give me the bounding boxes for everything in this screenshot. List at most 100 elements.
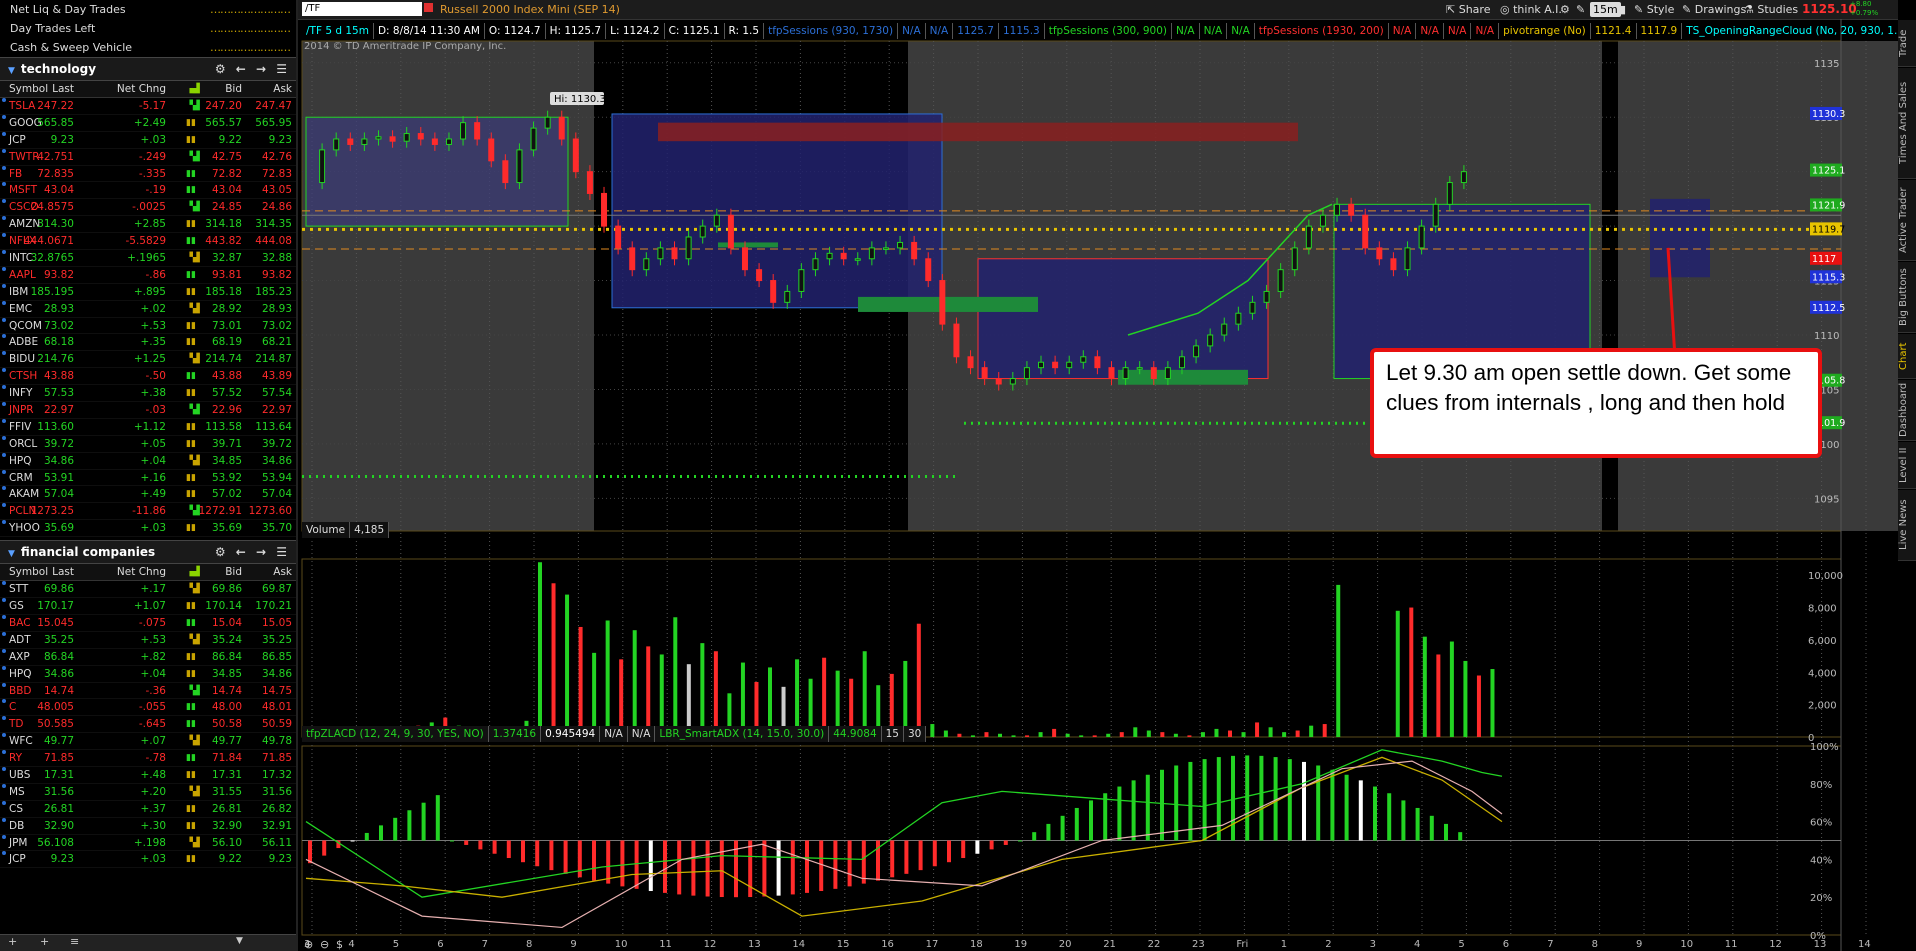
column-header-symbol[interactable]: Symbol xyxy=(9,81,48,97)
cell-bid: 443.82 xyxy=(205,235,242,248)
watchlist-row[interactable]: JPM 56.108 +.198 56.10 56.11 ▝▟ xyxy=(0,834,296,852)
watchlist-row[interactable]: HPQ 34.86 +.04 34.85 34.86 ▮▮ xyxy=(0,665,296,683)
zoom-icon[interactable]: ⊕ xyxy=(304,938,313,951)
watchlist-row[interactable]: GS 170.17 +1.07 170.14 170.21 ▮▮ xyxy=(0,598,296,615)
watchlist-row[interactable]: CS 26.81 +.37 26.81 26.82 ▮▮ xyxy=(0,800,296,818)
watchlist-row[interactable]: INTC 32.8765 +.1965 32.87 32.88 ▝▟ xyxy=(0,250,296,267)
watchlist-controls-icon[interactable]: ⚙ ← → ☰ xyxy=(215,58,290,80)
tab-level-ii[interactable]: Level II xyxy=(1898,442,1916,489)
tab-active-trader[interactable]: Active Trader xyxy=(1898,180,1916,261)
watchlist-row[interactable]: AKAM 57.04 +.49 57.02 57.04 ▮▮ xyxy=(0,486,296,504)
watchlist-row[interactable]: CRM 53.91 +.16 53.92 53.94 ▮▮ xyxy=(0,469,296,487)
watchlist-row[interactable]: QCOM 73.02 +.53 73.01 73.02 ▮▮ xyxy=(0,317,296,335)
watchlist-row[interactable]: JNPR 22.97 -.03 22.96 22.97 ▝▟ xyxy=(0,402,296,419)
sparkline-icon: ▝▟ xyxy=(186,151,200,162)
column-header-net-chng[interactable]: Net Chng xyxy=(117,564,166,580)
menu-icon[interactable]: ≡ xyxy=(70,935,79,948)
candle-type-icon[interactable]: ▮ xyxy=(1620,2,1626,17)
symbol-dropdown-icon[interactable]: ▼ xyxy=(410,2,417,12)
watchlist-title[interactable]: financial companies xyxy=(21,545,155,559)
column-header-ask[interactable]: Ask xyxy=(273,564,292,580)
account-row[interactable]: Net Liq & Day Trades…………………… xyxy=(0,0,296,19)
watchlist-row[interactable]: AMZN 314.30 +2.85 314.18 314.35 ▮▮ xyxy=(0,216,296,234)
watchlist-row[interactable]: RY 71.85 -.78 71.84 71.85 ▮▮ xyxy=(0,750,296,767)
watchlist-row[interactable]: JCP 9.23 +.03 9.22 9.23 ▮▮ xyxy=(0,851,296,869)
add-menu-icon[interactable]: + xyxy=(40,935,49,948)
studies-button[interactable]: ⚗ Studies xyxy=(1744,2,1798,17)
tab-chart[interactable]: Chart xyxy=(1898,334,1916,379)
watchlist-header[interactable]: ▼ financial companies ⚙ ← → ☰ xyxy=(0,540,296,565)
watchlist-row[interactable]: HPQ 34.86 +.04 34.85 34.86 ▝▟ xyxy=(0,452,296,470)
tab-trade[interactable]: Trade xyxy=(1898,20,1916,67)
column-header-last[interactable]: Last xyxy=(52,81,74,97)
cell-chg: +.07 xyxy=(140,735,167,748)
candle-body xyxy=(375,136,382,140)
chevron-down-icon[interactable]: ▼ xyxy=(236,936,243,946)
watchlist-row[interactable]: AXP 86.84 +.82 86.84 86.85 ▮▮ xyxy=(0,648,296,666)
zoom-icon[interactable]: ⊖ xyxy=(320,938,329,951)
watchlist-row[interactable]: UBS 17.31 +.48 17.31 17.32 ▮▮ xyxy=(0,766,296,784)
watchlist-controls-icon[interactable]: ⚙ ← → ☰ xyxy=(215,541,290,563)
watchlist-row[interactable]: MS 31.56 +.20 31.55 31.56 ▝▟ xyxy=(0,783,296,801)
watchlist-row[interactable]: BAC 15.045 -.075 15.04 15.05 ▮▮ xyxy=(0,614,296,632)
watchlist-row[interactable]: ORCL 39.72 +.05 39.71 39.72 ▮▮ xyxy=(0,435,296,453)
watchlist-title[interactable]: technology xyxy=(21,62,96,76)
volume-bar xyxy=(713,651,718,737)
watchlist-row[interactable]: EMC 28.93 +.02 28.92 28.93 ▝▟ xyxy=(0,300,296,318)
watchlist-row[interactable]: CSCO 24.8575 -.0025 24.85 24.86 ▝▟ xyxy=(0,199,296,217)
symbol-input[interactable]: /TF xyxy=(302,2,422,16)
watchlist-row[interactable]: INFY 57.53 +.38 57.52 57.54 ▮▮ xyxy=(0,385,296,403)
account-row[interactable]: Cash & Sweep Vehicle…………………… xyxy=(0,38,296,57)
watchlist-row[interactable]: PCLN 1273.25 -11.86 1272.91 1273.60 ▝▟ xyxy=(0,503,296,521)
watchlist-row[interactable]: WFC 49.77 +.07 49.77 49.78 ▝▟ xyxy=(0,733,296,751)
watchlist-header[interactable]: ▼ technology ⚙ ← → ☰ xyxy=(0,57,296,81)
watchlist-row[interactable]: MSFT 43.04 -.19 43.04 43.05 ▮▮ xyxy=(0,182,296,200)
watchlist-row[interactable]: BIDU 214.76 +1.25 214.74 214.87 ▝▟ xyxy=(0,351,296,369)
style-button[interactable]: ✎ Style xyxy=(1634,2,1674,17)
column-header-bid[interactable]: Bid xyxy=(225,564,242,580)
collapse-icon[interactable]: ▼ xyxy=(8,549,15,559)
sparkline-icon: ▮▮ xyxy=(186,134,196,145)
tab-live-news[interactable]: Live News xyxy=(1898,490,1916,561)
watchlist-row[interactable]: NFLX 444.0671 -5.5829 443.82 444.08 ▮▮ xyxy=(0,233,296,251)
watchlist-row[interactable]: FB 72.835 -.335 72.82 72.83 ▮▮ xyxy=(0,165,296,183)
tab-dashboard[interactable]: Dashboard xyxy=(1898,380,1916,441)
zoom-icon[interactable]: $ xyxy=(336,938,343,951)
cell-chg: +1.07 xyxy=(133,600,166,613)
watchlist-row[interactable]: FFIV 113.60 +1.12 113.58 113.64 ▮▮ xyxy=(0,418,296,436)
watchlist-row[interactable]: YHOO 35.69 +.03 35.69 35.70 ▮▮ xyxy=(0,520,296,538)
cell-ask: 14.75 xyxy=(261,684,292,697)
wrench-icon[interactable]: ✎ xyxy=(1576,2,1585,17)
tab-big-buttons[interactable]: Big Buttons xyxy=(1898,262,1916,333)
column-header-net-chng[interactable]: Net Chng xyxy=(117,81,166,97)
watchlist-row[interactable]: GOOG 565.85 +2.49 565.57 565.95 ▮▮ xyxy=(0,114,296,132)
watchlist-row[interactable]: CTSH 43.88 -.50 43.88 43.89 ▮▮ xyxy=(0,368,296,386)
share-button[interactable]: ⇱ Share xyxy=(1446,2,1490,17)
add-icon[interactable]: + xyxy=(8,935,17,948)
watchlist-row[interactable]: AAPL 93.82 -.86 93.81 93.82 ▮▮ xyxy=(0,266,296,284)
collapse-icon[interactable]: ▼ xyxy=(8,66,15,76)
chart-canvas[interactable]: Hi: 1130.3113511301125112011151110110511… xyxy=(298,19,1898,951)
think-ai-button[interactable]: ◎ think A.I. xyxy=(1500,2,1562,17)
column-header-ask[interactable]: Ask xyxy=(273,81,292,97)
column-header-symbol[interactable]: Symbol xyxy=(9,564,48,580)
drawings-button[interactable]: ✎ Drawings xyxy=(1682,2,1746,17)
watchlist-row[interactable]: IBM 185.195 +.895 185.18 185.23 ▮▮ xyxy=(0,283,296,301)
watchlist-row[interactable]: C 48.005 -.055 48.00 48.01 ▮▮ xyxy=(0,699,296,717)
watchlist-row[interactable]: BBD 14.74 -.36 14.74 14.75 ▝▟ xyxy=(0,682,296,700)
column-header-last[interactable]: Last xyxy=(52,564,74,580)
column-header-bid[interactable]: Bid xyxy=(225,81,242,97)
watchlist-row[interactable]: TWTR 42.751 -.249 42.75 42.76 ▝▟ xyxy=(0,148,296,166)
account-row[interactable]: Day Trades Left…………………… xyxy=(0,19,296,38)
annotation-callout[interactable]: Let 9.30 am open settle down. Get some c… xyxy=(1370,348,1822,458)
tab-times-and-sales[interactable]: Times And Sales xyxy=(1898,68,1916,179)
timeframe-button[interactable]: 15m xyxy=(1590,2,1621,17)
watchlist-row[interactable]: ADBE 68.18 +.35 68.19 68.21 ▮▮ xyxy=(0,334,296,352)
watchlist-row[interactable]: TD 50.585 -.645 50.58 50.59 ▮▮ xyxy=(0,716,296,734)
watchlist-row[interactable]: ADT 35.25 +.53 35.24 35.25 ▝▟ xyxy=(0,631,296,649)
watchlist-row[interactable]: TSLA 247.22 -5.17 247.20 247.47 ▝▟ xyxy=(0,98,296,115)
watchlist-row[interactable]: DB 32.90 +.30 32.90 32.91 ▮▮ xyxy=(0,817,296,835)
watchlist-row[interactable]: JCP 9.23 +.03 9.22 9.23 ▮▮ xyxy=(0,131,296,149)
watchlist-row[interactable]: STT 69.86 +.17 69.86 69.87 ▝▟ xyxy=(0,581,296,599)
settings-icon[interactable]: ⚙ xyxy=(1560,2,1570,17)
